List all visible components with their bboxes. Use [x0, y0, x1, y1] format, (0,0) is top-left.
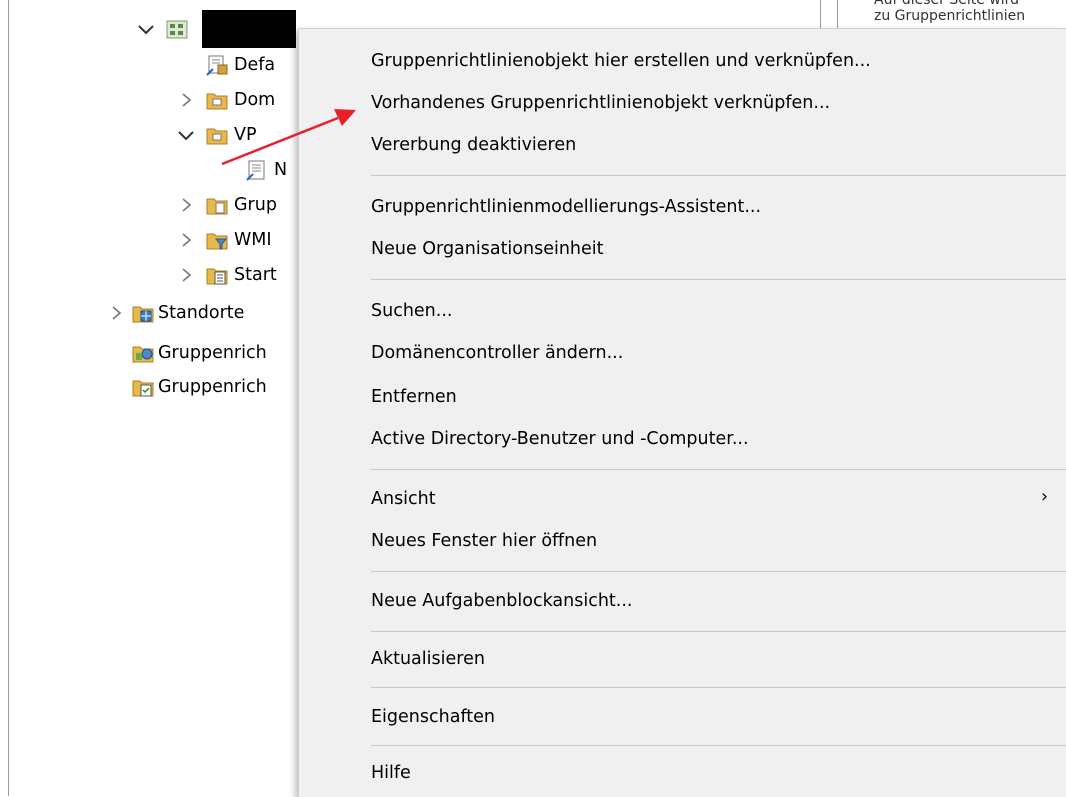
sites-icon	[132, 302, 154, 324]
menu-item-link-existing-gpo[interactable]: Vorhandenes Gruppenrichtlinienobjekt ver…	[299, 85, 1066, 121]
chevron-down-icon[interactable]	[136, 19, 156, 39]
menu-separator	[371, 745, 1066, 746]
starter-gpo-folder-icon	[206, 264, 228, 286]
tree-node-default-policy[interactable]: Defa	[206, 50, 275, 80]
menu-separator	[371, 469, 1066, 470]
tree-node-domain-controllers[interactable]: Dom	[176, 85, 275, 115]
menu-item-new-window-here[interactable]: Neues Fenster hier öffnen	[299, 523, 1066, 559]
menu-item-properties[interactable]: Eigenschaften	[299, 699, 1066, 735]
menu-separator	[371, 687, 1066, 688]
menu-item-label: Eigenschaften	[371, 707, 496, 727]
tree-label: Standorte	[158, 303, 245, 323]
right-pane-line2: zu Gruppenrichtlinien	[874, 8, 1026, 24]
menu-item-new-taskpad-view[interactable]: Neue Aufgabenblockansicht...	[299, 583, 1066, 619]
chevron-right-icon[interactable]	[176, 195, 196, 215]
gpo-link-icon	[206, 54, 228, 76]
menu-item-label: Suchen...	[371, 301, 453, 321]
right-pane-description: Auf dieser Seite wird zu Gruppenrichtlin…	[820, 0, 1066, 30]
tree-label: VP	[234, 125, 257, 145]
chevron-right-icon[interactable]	[176, 265, 196, 285]
menu-item-label: Vererbung deaktivieren	[371, 135, 577, 155]
tree-label: Grup	[234, 195, 277, 215]
tree-node-sites[interactable]: Standorte	[106, 298, 244, 328]
menu-separator	[371, 279, 1066, 280]
context-menu: Gruppenrichtlinienobjekt hier erstellen …	[298, 28, 1066, 797]
tree-node-linked-gpo[interactable]: N	[246, 155, 287, 185]
menu-item-help[interactable]: Hilfe	[299, 755, 1066, 791]
menu-item-change-domain-controller[interactable]: Domänencontroller ändern...	[299, 335, 1066, 371]
menu-item-new-ou[interactable]: Neue Organisationseinheit	[299, 231, 1066, 267]
tree-label: WMI	[234, 230, 272, 250]
chevron-down-icon[interactable]	[176, 125, 196, 145]
ou-folder-icon	[206, 124, 228, 146]
gp-results-icon	[132, 376, 154, 398]
menu-item-label: Gruppenrichtlinienobjekt hier erstellen …	[371, 51, 871, 71]
tree-label: Dom	[234, 90, 276, 110]
tree-node-vp[interactable]: VP	[176, 120, 257, 150]
menu-item-view[interactable]: Ansicht ›	[299, 481, 1066, 517]
menu-item-label: Neue Organisationseinheit	[371, 239, 604, 259]
console-tree: Defa Dom VP N Grup WMI Start Standorte G…	[0, 0, 320, 796]
gp-modeling-icon	[132, 342, 154, 364]
menu-item-block-inheritance[interactable]: Vererbung deaktivieren	[299, 127, 1066, 163]
tree-node-gpo-objects[interactable]: Grup	[176, 190, 277, 220]
menu-separator	[371, 175, 1066, 176]
menu-item-label: Neues Fenster hier öffnen	[371, 531, 598, 551]
gpo-folder-icon	[206, 194, 228, 216]
redacted-domain-name	[202, 10, 296, 48]
menu-item-label: Vorhandenes Gruppenrichtlinienobjekt ver…	[371, 93, 831, 113]
menu-item-label: Ansicht	[371, 489, 436, 509]
chevron-right-icon: ›	[1041, 487, 1048, 507]
menu-item-search[interactable]: Suchen...	[299, 293, 1066, 329]
menu-item-label: Entfernen	[371, 387, 457, 407]
chevron-right-icon[interactable]	[176, 230, 196, 250]
domain-icon	[166, 18, 188, 40]
gpo-link-icon	[246, 159, 268, 181]
tree-label: Gruppenrich	[158, 343, 267, 363]
chevron-right-icon[interactable]	[176, 90, 196, 110]
tree-node-wmi-filters[interactable]: WMI	[176, 225, 272, 255]
tree-node-gp-modeling[interactable]: Gruppenrich	[132, 338, 267, 368]
menu-item-label: Active Directory-Benutzer und -Computer.…	[371, 429, 749, 449]
tree-node-starter-gpos[interactable]: Start	[176, 260, 277, 290]
tree-node-gp-results[interactable]: Gruppenrich	[132, 372, 267, 402]
wmi-folder-icon	[206, 229, 228, 251]
menu-item-ad-users-computers[interactable]: Active Directory-Benutzer und -Computer.…	[299, 421, 1066, 457]
menu-item-remove[interactable]: Entfernen	[299, 379, 1066, 415]
menu-item-refresh[interactable]: Aktualisieren	[299, 641, 1066, 677]
menu-separator	[371, 631, 1066, 632]
chevron-right-icon[interactable]	[106, 303, 126, 323]
tree-label: Start	[234, 265, 277, 285]
menu-item-label: Gruppenrichtlinienmodellierungs-Assisten…	[371, 197, 762, 217]
ou-folder-icon	[206, 89, 228, 111]
menu-item-label: Aktualisieren	[371, 649, 485, 669]
tree-label: N	[274, 160, 288, 180]
tree-label: Defa	[234, 55, 276, 75]
menu-item-label: Hilfe	[371, 763, 411, 783]
menu-item-create-and-link-gpo[interactable]: Gruppenrichtlinienobjekt hier erstellen …	[299, 43, 1066, 79]
tree-label: Gruppenrich	[158, 377, 267, 397]
menu-item-gp-modeling-wizard[interactable]: Gruppenrichtlinienmodellierungs-Assisten…	[299, 189, 1066, 225]
menu-item-label: Domänencontroller ändern...	[371, 343, 624, 363]
tree-node-domain[interactable]	[136, 14, 194, 44]
right-pane-line1: Auf dieser Seite wird	[874, 0, 1020, 8]
menu-item-label: Neue Aufgabenblockansicht...	[371, 591, 633, 611]
menu-separator	[371, 571, 1066, 572]
